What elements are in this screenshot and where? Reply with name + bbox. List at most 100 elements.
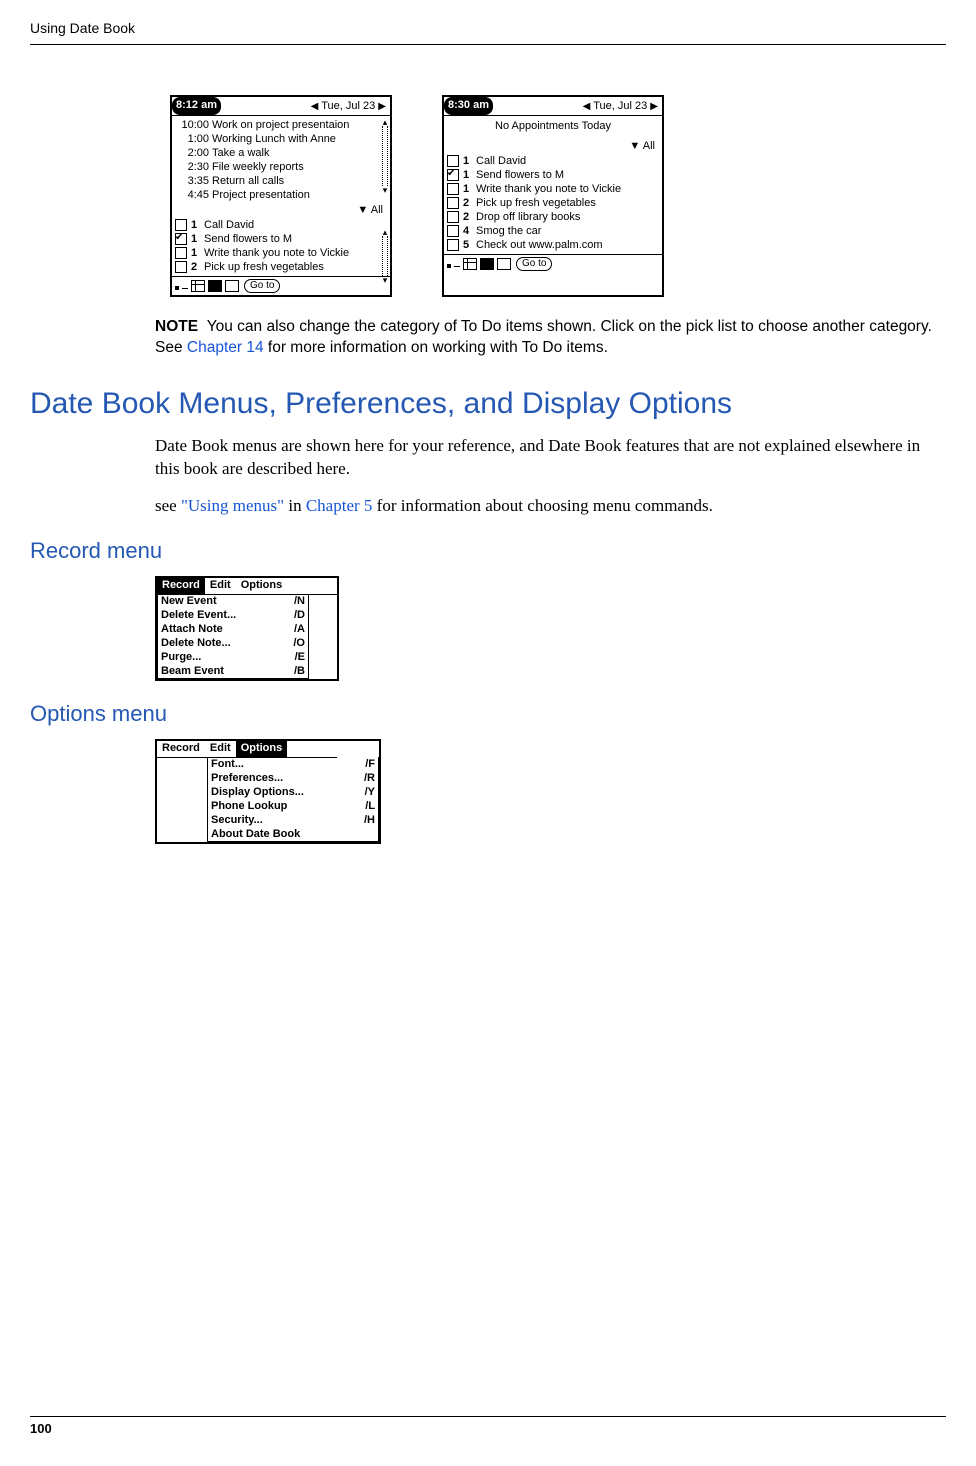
date-navigator[interactable]: ◀ Tue, Jul 23 ▶ xyxy=(221,100,390,112)
view-week-icon[interactable] xyxy=(463,258,477,270)
menubar-record[interactable]: Record xyxy=(157,741,205,757)
menu-item[interactable]: Beam Event/B xyxy=(158,664,308,678)
todo-text: Write thank you note to Vickie xyxy=(204,246,349,260)
date-navigator[interactable]: ◀ Tue, Jul 23 ▶ xyxy=(493,100,662,112)
subsection-heading: Options menu xyxy=(30,701,946,727)
time-indicator: 8:12 am xyxy=(172,97,221,115)
page-footer: 100 xyxy=(30,1416,946,1436)
prev-day-icon[interactable]: ◀ xyxy=(311,101,319,112)
checkbox-icon[interactable] xyxy=(175,261,187,273)
menu-item[interactable]: New Event/N xyxy=(158,594,308,608)
todo-list: 1Call David 1Send flowers to M 1Write th… xyxy=(447,154,659,252)
priority: 2 xyxy=(463,196,473,210)
palm-screen-right: 8:30 am ◀ Tue, Jul 23 ▶ No Appointments … xyxy=(442,95,664,297)
checkbox-icon[interactable] xyxy=(447,239,459,251)
todo-text: Send flowers to M xyxy=(204,232,292,246)
menu-item[interactable]: Font.../F xyxy=(208,757,378,771)
priority: 2 xyxy=(463,210,473,224)
note-paragraph: NOTE You can also change the category of… xyxy=(155,317,946,359)
menu-item[interactable]: Security.../H xyxy=(208,813,378,827)
menubar-edit[interactable]: Edit xyxy=(205,741,236,757)
priority: 1 xyxy=(463,168,473,182)
chapter-link[interactable]: Chapter 14 xyxy=(187,339,264,356)
scroll-up-icon[interactable]: ▴ xyxy=(381,118,389,126)
appt-text: Return all calls xyxy=(212,174,284,188)
view-week-icon[interactable] xyxy=(191,280,205,292)
view-sep xyxy=(182,288,188,289)
menu-item[interactable]: Delete Event.../D xyxy=(158,608,308,622)
view-month-icon[interactable] xyxy=(208,280,222,292)
menubar-record[interactable]: Record xyxy=(157,578,205,594)
next-day-icon[interactable]: ▶ xyxy=(378,101,386,112)
todo-text: Send flowers to M xyxy=(476,168,564,182)
body-paragraph: see "Using menus" in Chapter 5 for infor… xyxy=(155,495,946,518)
checkbox-icon[interactable] xyxy=(447,225,459,237)
scroll-up-icon[interactable]: ▴ xyxy=(381,228,389,236)
section-heading: Date Book Menus, Preferences, and Displa… xyxy=(30,387,946,421)
date-label: Tue, Jul 23 xyxy=(321,100,375,112)
category-picker[interactable]: ▼ All xyxy=(175,202,387,218)
checkbox-checked-icon[interactable] xyxy=(447,169,459,181)
menu-item[interactable]: Delete Note.../O xyxy=(158,636,308,650)
prev-day-icon[interactable]: ◀ xyxy=(583,101,591,112)
subsection-heading: Record menu xyxy=(30,538,946,564)
appt-text: Take a walk xyxy=(212,146,269,160)
running-header: Using Date Book xyxy=(30,20,946,36)
note-text: for more information on working with To … xyxy=(264,339,608,356)
scroll-down-icon[interactable]: ▾ xyxy=(381,186,389,194)
checkbox-icon[interactable] xyxy=(447,183,459,195)
view-sep xyxy=(454,266,460,267)
appointment-list: 10:00Work on project presentaion 1:00Wor… xyxy=(175,118,387,202)
appt-text: Work on project presentaion xyxy=(212,118,349,132)
goto-button[interactable]: Go to xyxy=(244,279,280,293)
menu-item[interactable]: Purge.../E xyxy=(158,650,308,664)
appt-text: Project presentation xyxy=(212,188,310,202)
view-agenda-icon[interactable] xyxy=(225,280,239,292)
menu-item[interactable]: Display Options.../Y xyxy=(208,785,378,799)
view-month-icon[interactable] xyxy=(480,258,494,270)
priority: 1 xyxy=(191,232,201,246)
checkbox-icon[interactable] xyxy=(447,197,459,209)
checkbox-icon[interactable] xyxy=(175,247,187,259)
checkbox-icon[interactable] xyxy=(447,155,459,167)
chapter-link[interactable]: Chapter 5 xyxy=(306,496,373,515)
view-agenda-icon[interactable] xyxy=(497,258,511,270)
todo-text: Pick up fresh vegetables xyxy=(476,196,596,210)
menu-item[interactable]: Attach Note/A xyxy=(158,622,308,636)
next-day-icon[interactable]: ▶ xyxy=(650,101,658,112)
todo-text: Write thank you note to Vickie xyxy=(476,182,621,196)
priority: 1 xyxy=(463,182,473,196)
todo-text: Call David xyxy=(476,154,526,168)
scrollbar[interactable]: ▴ ▾ xyxy=(381,228,389,284)
menubar-options[interactable]: Options xyxy=(236,741,288,757)
appt-time: 1:00 xyxy=(175,132,212,146)
menubar-options[interactable]: Options xyxy=(236,578,288,594)
note-label: NOTE xyxy=(155,318,198,335)
view-day-icon[interactable] xyxy=(175,286,179,290)
view-switcher: Go to xyxy=(172,276,390,295)
priority: 1 xyxy=(191,218,201,232)
checkbox-icon[interactable] xyxy=(175,219,187,231)
priority: 2 xyxy=(191,260,201,274)
palm-screen-left: 8:12 am ◀ Tue, Jul 23 ▶ 10:00Work on pro… xyxy=(170,95,392,297)
menu-item[interactable]: Preferences.../R xyxy=(208,771,378,785)
goto-button[interactable]: Go to xyxy=(516,257,552,271)
checkbox-checked-icon[interactable] xyxy=(175,233,187,245)
scrollbar[interactable]: ▴ ▾ xyxy=(381,118,389,194)
scroll-down-icon[interactable]: ▾ xyxy=(381,276,389,284)
todo-text: Call David xyxy=(204,218,254,232)
view-day-icon[interactable] xyxy=(447,264,451,268)
menu-item[interactable]: About Date Book xyxy=(208,827,378,841)
menu-item[interactable]: Phone Lookup/L xyxy=(208,799,378,813)
category-picker[interactable]: ▼ All xyxy=(447,138,659,154)
time-indicator: 8:30 am xyxy=(444,97,493,115)
appt-text: Working Lunch with Anne xyxy=(212,132,336,146)
menubar-edit[interactable]: Edit xyxy=(205,578,236,594)
options-menu-screenshot: Record Edit Options Font.../F Preference… xyxy=(155,739,946,844)
checkbox-icon[interactable] xyxy=(447,211,459,223)
appt-time: 4:45 xyxy=(175,188,212,202)
todo-text: Drop off library books xyxy=(476,210,580,224)
todo-text: Check out www.palm.com xyxy=(476,238,603,252)
todo-list: 1Call David 1Send flowers to M 1Write th… xyxy=(175,218,387,274)
using-menus-link[interactable]: "Using menus" xyxy=(181,496,284,515)
